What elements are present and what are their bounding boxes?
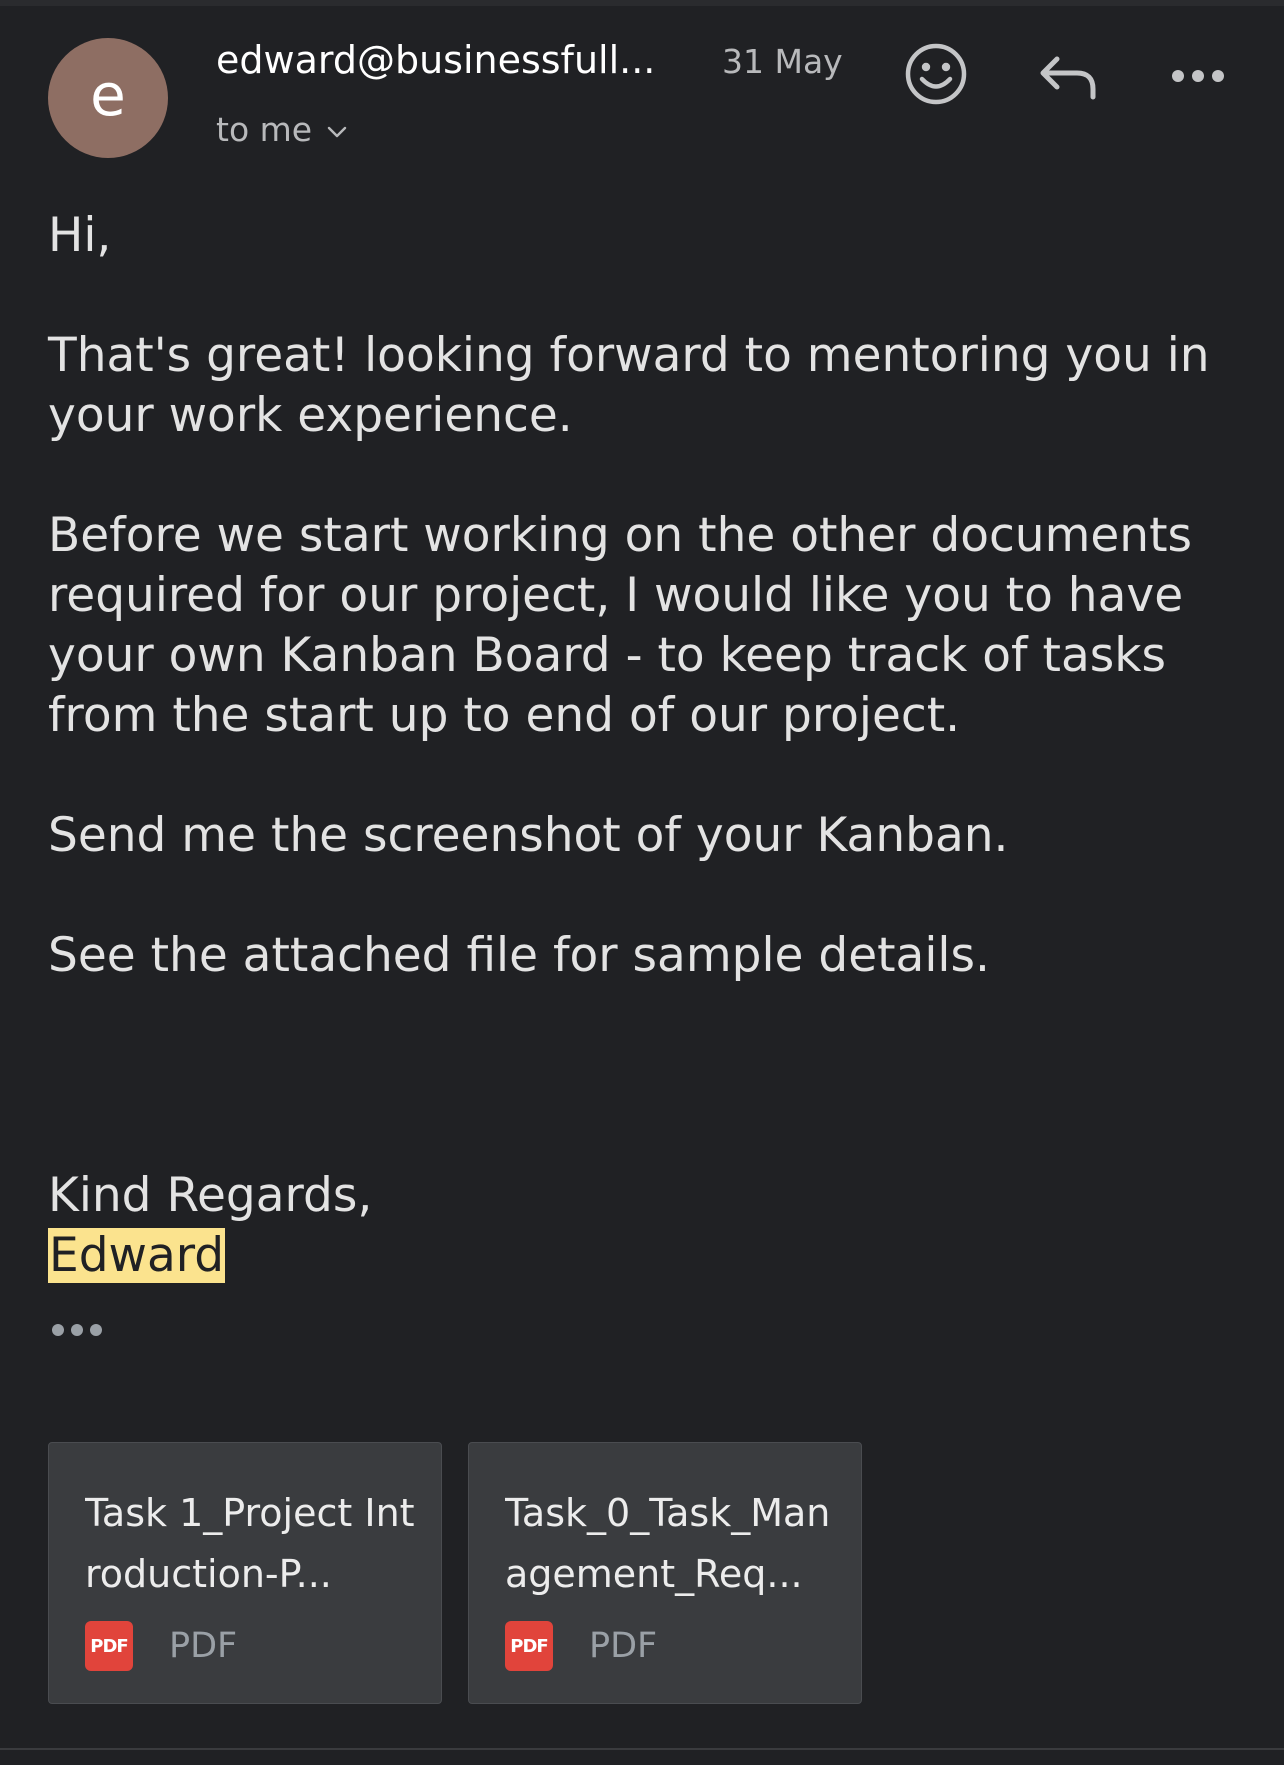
attachment-name: Task_0_Task_Management_Req... (505, 1491, 831, 1596)
ellipsis-icon (52, 1324, 102, 1336)
message-date: 31 May (722, 42, 843, 81)
attachment-type-label: PDF (589, 1626, 658, 1666)
attachment-type-row: PDF PDF (85, 1621, 237, 1671)
attachment-type-row: PDF PDF (505, 1621, 657, 1671)
attachment-card[interactable]: Task 1_Project Introduction-P... PDF PDF (48, 1442, 442, 1704)
attachment-type-label: PDF (169, 1626, 238, 1666)
reply-button[interactable] (1030, 38, 1106, 114)
attachment-name: Task 1_Project Introduction-P... (85, 1491, 415, 1596)
greeting: Hi, (48, 208, 112, 263)
recipient-details-toggle[interactable]: to me (216, 110, 348, 149)
body-paragraph: Before we start working on the other doc… (48, 508, 1192, 743)
more-horizontal-icon (1172, 70, 1224, 82)
more-options-button[interactable] (1160, 38, 1236, 114)
avatar-letter: e (90, 61, 126, 129)
body-paragraph: Send me the screenshot of your Kanban. (48, 808, 1009, 863)
pdf-icon: PDF (85, 1621, 133, 1671)
body-paragraph: That's great! looking forward to mentori… (48, 328, 1210, 443)
pdf-icon: PDF (505, 1621, 553, 1671)
attachment-card[interactable]: Task_0_Task_Management_Req... PDF PDF (468, 1442, 862, 1704)
sender-avatar[interactable]: e (48, 38, 168, 158)
recipient-label: to me (216, 110, 313, 149)
smiley-icon (905, 43, 967, 105)
top-divider (0, 0, 1284, 6)
body-paragraph: See the attached file for sample details… (48, 928, 990, 983)
reply-icon (1040, 56, 1096, 100)
show-trimmed-content-button[interactable] (50, 1322, 104, 1342)
bottom-divider (0, 1748, 1284, 1750)
signature-name: Edward (48, 1228, 226, 1283)
signature: Edward (48, 1226, 1248, 1286)
sender-email[interactable]: edward@businessfull... (216, 38, 696, 82)
message-body: Hi, That's great! looking forward to men… (48, 206, 1248, 1286)
emoji-reaction-button[interactable] (898, 36, 974, 112)
chevron-down-icon (327, 126, 347, 137)
closing: Kind Regards, (48, 1168, 373, 1223)
